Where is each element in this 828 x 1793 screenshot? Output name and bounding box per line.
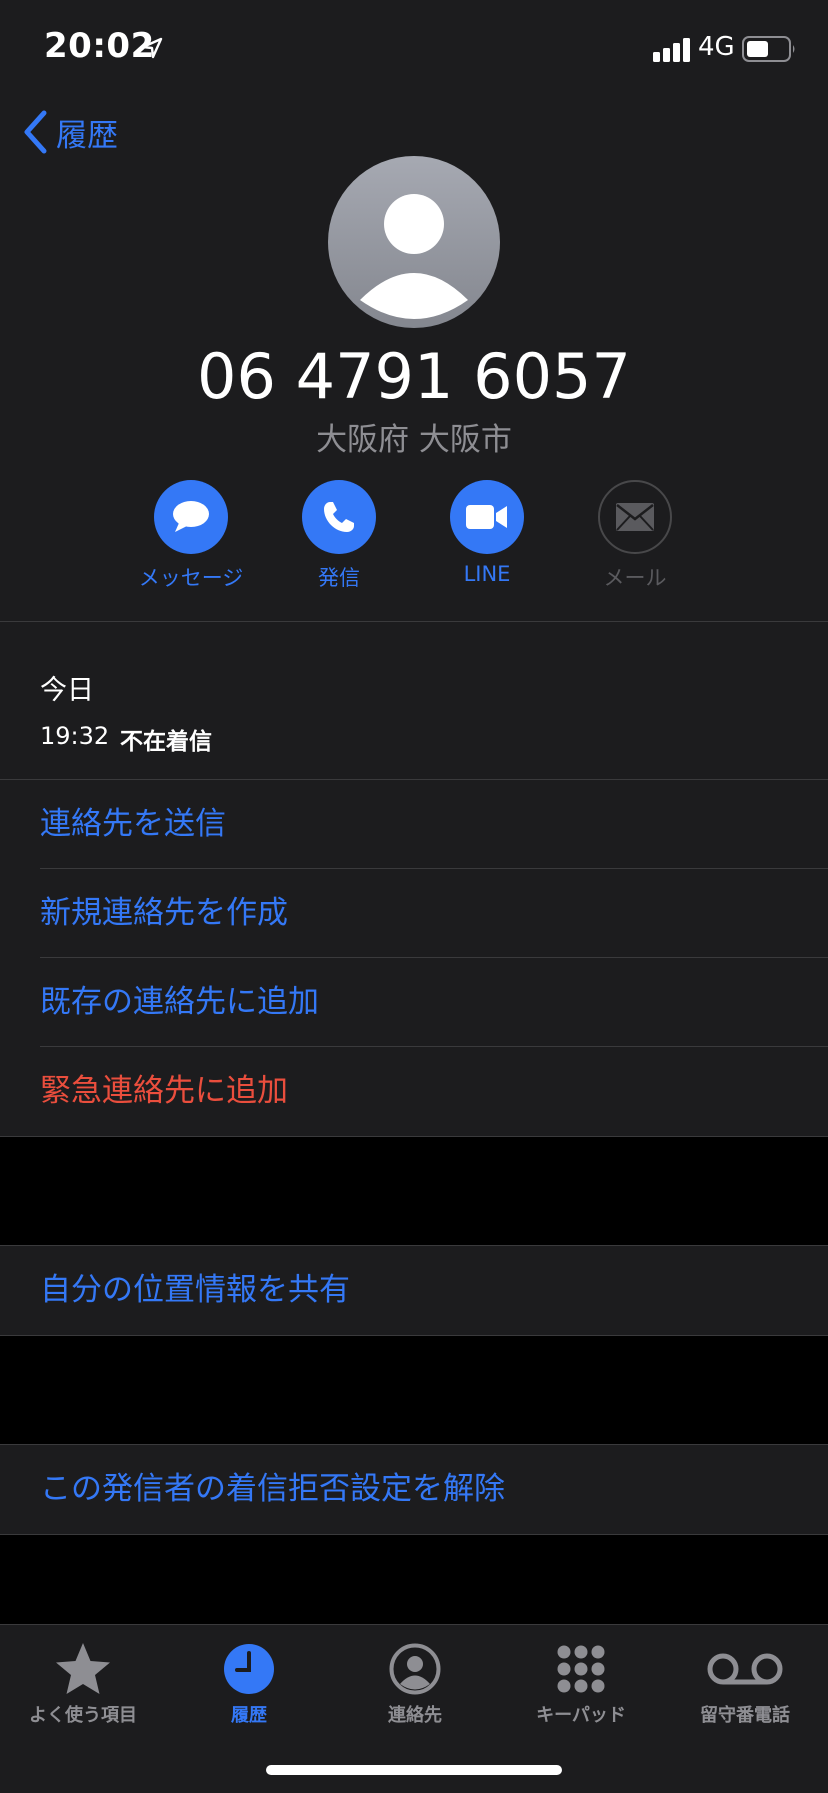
send-contact-button[interactable]: 連絡先を送信: [0, 780, 828, 869]
status-time: 20:02: [44, 26, 155, 66]
divider: [0, 1335, 828, 1336]
phone-icon: [324, 502, 354, 532]
line-action-label: LINE: [463, 562, 511, 586]
add-emergency-contact-button[interactable]: 緊急連絡先に追加: [0, 1047, 828, 1136]
send-contact-label: 連絡先を送信: [40, 806, 226, 842]
tab-contacts[interactable]: 連絡先: [332, 1641, 498, 1727]
tab-keypad-label: キーパッド: [536, 1705, 626, 1726]
contact-header: 20:02 4G 履歴 06 4791 6057 大阪府 大阪市 メッセージ 発…: [0, 0, 828, 621]
call-action-button[interactable]: 発信: [265, 480, 413, 592]
chevron-left-icon: [24, 110, 47, 154]
history-day: 今日: [40, 675, 94, 706]
divider: [0, 1534, 828, 1535]
call-history-section: 今日 19:32 不在着信: [0, 622, 828, 779]
message-action-label: メッセージ: [138, 566, 244, 590]
network-type: 4G: [698, 32, 735, 62]
tab-voicemail-label: 留守番電話: [700, 1705, 790, 1726]
tab-recents[interactable]: 履歴: [166, 1641, 332, 1727]
contacts-icon: [389, 1643, 441, 1695]
back-label: 履歴: [56, 117, 118, 154]
star-icon: [56, 1643, 110, 1694]
tab-contacts-label: 連絡先: [388, 1705, 442, 1726]
share-location-label: 自分の位置情報を共有: [40, 1272, 350, 1308]
signal-icon: [653, 38, 690, 62]
create-contact-label: 新規連絡先を作成: [40, 895, 288, 931]
avatar: [328, 156, 500, 328]
tab-recents-label: 履歴: [231, 1705, 267, 1726]
caller-region: 大阪府 大阪市: [316, 422, 512, 458]
unblock-caller-button[interactable]: この発信者の着信拒否設定を解除: [0, 1445, 828, 1534]
voicemail-icon: [707, 1653, 783, 1685]
caller-number: 06 4791 6057: [197, 340, 631, 413]
line-video-action-button[interactable]: LINE: [413, 480, 561, 586]
back-button[interactable]: 履歴: [22, 108, 118, 156]
divider: [0, 1136, 828, 1137]
tab-voicemail[interactable]: 留守番電話: [662, 1641, 828, 1727]
location-arrow-icon: [141, 37, 163, 59]
share-location-button[interactable]: 自分の位置情報を共有: [0, 1246, 828, 1335]
contact-options-group: 連絡先を送信 新規連絡先を作成 既存の連絡先に追加 緊急連絡先に追加: [0, 780, 828, 1136]
add-to-existing-contact-button[interactable]: 既存の連絡先に追加: [0, 958, 828, 1047]
person-silhouette-icon: [328, 156, 500, 328]
keypad-icon: [557, 1645, 605, 1693]
tab-favorites-label: よく使う項目: [29, 1705, 137, 1726]
location-group: 自分の位置情報を共有: [0, 1246, 828, 1335]
clock-icon: [224, 1644, 274, 1694]
add-emergency-contact-label: 緊急連絡先に追加: [40, 1073, 288, 1109]
video-icon: [466, 505, 507, 529]
add-to-existing-contact-label: 既存の連絡先に追加: [40, 984, 319, 1020]
tab-keypad[interactable]: キーパッド: [498, 1641, 664, 1727]
tab-favorites[interactable]: よく使う項目: [0, 1641, 166, 1727]
message-action-button[interactable]: メッセージ: [117, 480, 265, 592]
mail-icon: [616, 503, 654, 531]
home-indicator[interactable]: [266, 1765, 562, 1775]
history-call-type: 不在着信: [120, 729, 212, 755]
message-bubble-icon: [173, 501, 209, 532]
block-group: この発信者の着信拒否設定を解除: [0, 1445, 828, 1534]
battery-icon: [742, 36, 795, 62]
mail-action-label: メール: [603, 566, 667, 590]
create-contact-button[interactable]: 新規連絡先を作成: [0, 869, 828, 958]
unblock-caller-label: この発信者の着信拒否設定を解除: [40, 1471, 505, 1507]
call-action-label: 発信: [318, 566, 360, 590]
history-time: 19:32: [40, 722, 110, 750]
mail-action-button[interactable]: メール: [561, 480, 709, 592]
